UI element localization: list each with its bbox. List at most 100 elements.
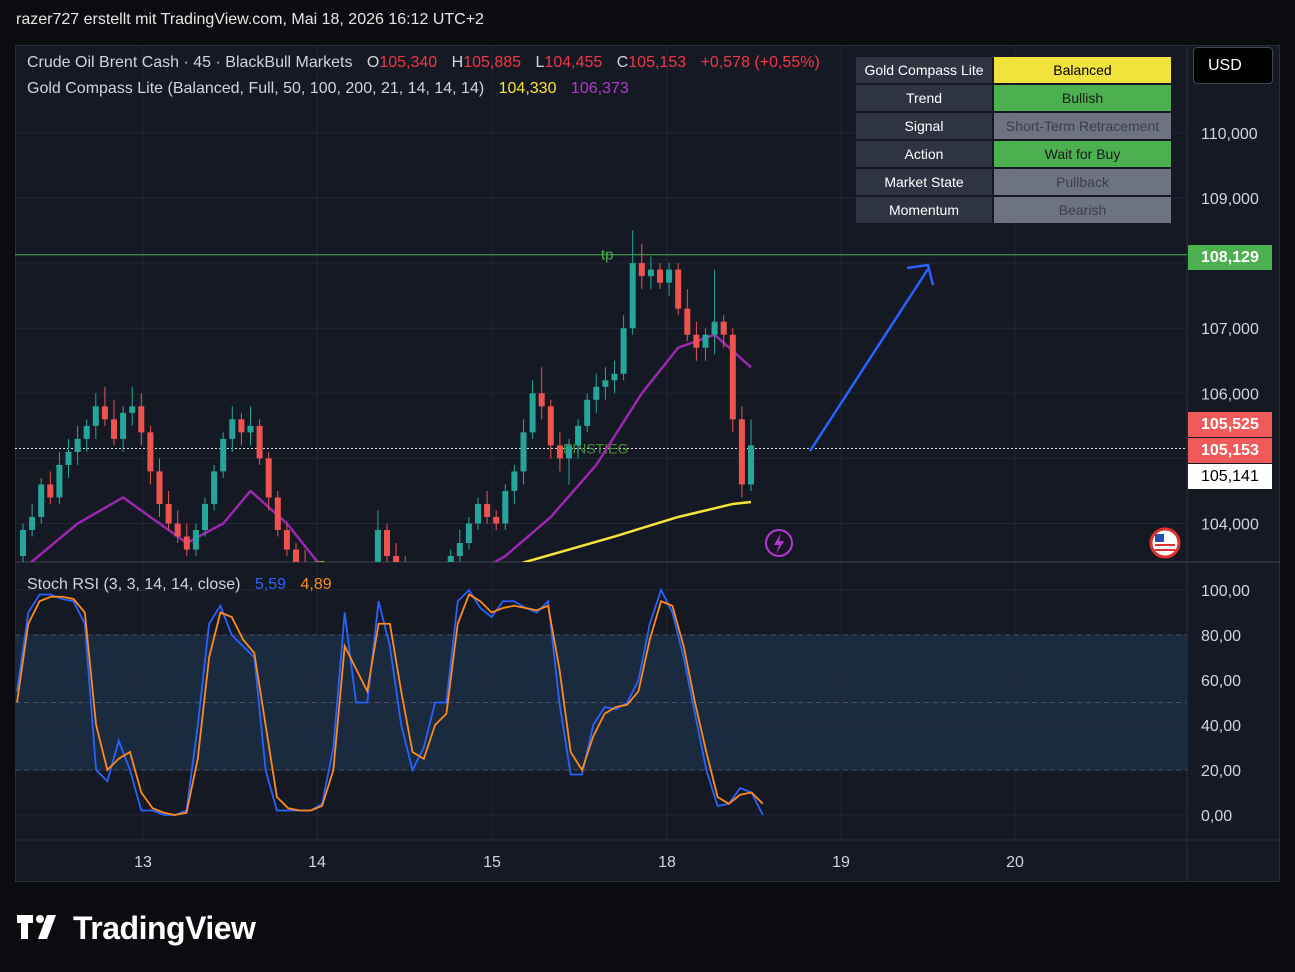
candle-body: [147, 432, 154, 472]
dashboard-value: Pullback: [994, 169, 1171, 195]
dashboard-key: Gold Compass Lite: [856, 57, 992, 83]
stoch-axis-tick: 20,00: [1201, 763, 1241, 780]
tradingview-logo-icon: [17, 910, 63, 947]
dashboard-value: Wait for Buy: [994, 141, 1171, 167]
candle-body: [384, 530, 390, 557]
symbol-legend[interactable]: Crude Oil Brent Cash · 45 · BlackBull Ma…: [27, 54, 820, 72]
symbol-name: Crude Oil Brent Cash · 45 · BlackBull Ma…: [27, 54, 353, 71]
candle-body: [593, 386, 600, 400]
dashboard-value: Balanced: [994, 57, 1171, 83]
candle-body: [693, 334, 700, 348]
ask-price-tag: 105,141: [1188, 464, 1272, 489]
tp-label: tp: [601, 247, 614, 264]
low-value: 104,455: [544, 54, 603, 71]
candle-body: [529, 393, 536, 433]
high-label: H: [451, 54, 464, 71]
stoch-axis-tick: 60,00: [1201, 673, 1241, 690]
candle-body: [511, 471, 518, 491]
dashboard-value: Bullish: [994, 85, 1171, 111]
candle-body: [620, 328, 627, 374]
candle-body: [439, 576, 445, 583]
candle-body: [211, 471, 218, 504]
candle-body: [556, 445, 563, 459]
entry-label: EINSTIEG: [563, 440, 628, 456]
price-axis-tick: 109,000: [1201, 191, 1259, 208]
price-axis-tick: 106,000: [1201, 386, 1259, 403]
stoch-k-value: 5,59: [254, 576, 287, 593]
tp-price-tag: 108,129: [1188, 245, 1272, 270]
candle-body: [647, 269, 654, 277]
candle-body: [738, 419, 745, 485]
candle-body: [465, 523, 472, 544]
change-value: +0,578 (+0,55%): [700, 54, 820, 71]
candle-body: [657, 269, 663, 283]
dashboard-key: Signal: [856, 113, 992, 139]
candle-body: [74, 438, 81, 452]
candle-body: [83, 425, 90, 439]
bid-price-tag: 105,525: [1188, 412, 1272, 437]
candle-body: [702, 334, 709, 348]
candle-body: [493, 516, 500, 524]
candle-body: [720, 321, 727, 335]
candle-body: [65, 451, 72, 465]
candle-body: [475, 503, 481, 524]
candle-body: [684, 308, 691, 335]
price-axis-tick: 104,000: [1201, 517, 1259, 534]
close-label: C: [616, 54, 629, 71]
candle-body: [283, 530, 290, 550]
time-axis-tick: 13: [134, 854, 152, 871]
candle-body: [274, 497, 281, 531]
dashboard-row: Action Wait for Buy: [856, 141, 1171, 167]
candle-body: [47, 484, 54, 498]
gold-compass-dashboard: Gold Compass Lite Balanced Trend Bullish Sig…: [854, 55, 1173, 225]
candle-body: [484, 503, 491, 517]
currency-button[interactable]: USD: [1193, 47, 1273, 84]
high-value: 105,885: [463, 54, 522, 71]
price-axis-tick: 110,000: [1201, 126, 1258, 143]
dashboard-key: Action: [856, 141, 992, 167]
tradingview-wordmark: TradingView: [73, 910, 256, 947]
indicator-value-1: 104,330: [498, 80, 557, 97]
chart-header: razer727 erstellt mit TradingView.com, M…: [16, 11, 484, 28]
candle-body: [165, 503, 172, 524]
time-axis-tick: 20: [1006, 854, 1024, 871]
dashboard-key: Market State: [856, 169, 992, 195]
candle-body: [575, 425, 582, 446]
candle-body: [748, 445, 754, 485]
candle-body: [183, 536, 190, 550]
candle-body: [129, 406, 136, 413]
candle-body: [374, 530, 381, 562]
candle-body: [247, 425, 254, 433]
candle-body: [293, 549, 299, 562]
candle-body: [629, 263, 636, 329]
candle-body: [547, 406, 554, 446]
candle-body: [456, 543, 463, 557]
time-axis-tick: 19: [832, 854, 850, 871]
dashboard-key: Trend: [856, 85, 992, 111]
candle-body: [238, 419, 245, 433]
candle-body: [602, 380, 609, 387]
stoch-name: Stoch RSI (3, 3, 14, 14, close): [27, 576, 241, 593]
time-axis-tick: 18: [658, 854, 676, 871]
stoch-legend[interactable]: Stoch RSI (3, 3, 14, 14, close) 5,59 4,8…: [27, 576, 332, 594]
candle-body: [538, 393, 545, 407]
candle-body: [666, 269, 673, 283]
candle-body: [566, 445, 572, 459]
us-flag-canton: [1155, 534, 1164, 542]
candle-body: [229, 419, 236, 439]
candle-body: [138, 406, 145, 433]
stoch-axis-tick: 0,00: [1201, 808, 1232, 825]
candle-body: [366, 576, 372, 602]
indicator-legend[interactable]: Gold Compass Lite (Balanced, Full, 50, 1…: [27, 80, 629, 98]
tradingview-logo[interactable]: TradingView: [17, 908, 256, 947]
candle-body: [302, 563, 308, 570]
candle-body: [611, 373, 618, 381]
time-axis-tick: 15: [483, 854, 501, 871]
candle-body: [38, 484, 45, 517]
candle-body: [711, 321, 718, 335]
candle-body: [411, 576, 417, 583]
candle-body: [20, 530, 26, 557]
dashboard-row: Trend Bullish: [856, 85, 1171, 111]
ema-purple-line: [29, 333, 752, 562]
candle-body: [729, 334, 736, 420]
